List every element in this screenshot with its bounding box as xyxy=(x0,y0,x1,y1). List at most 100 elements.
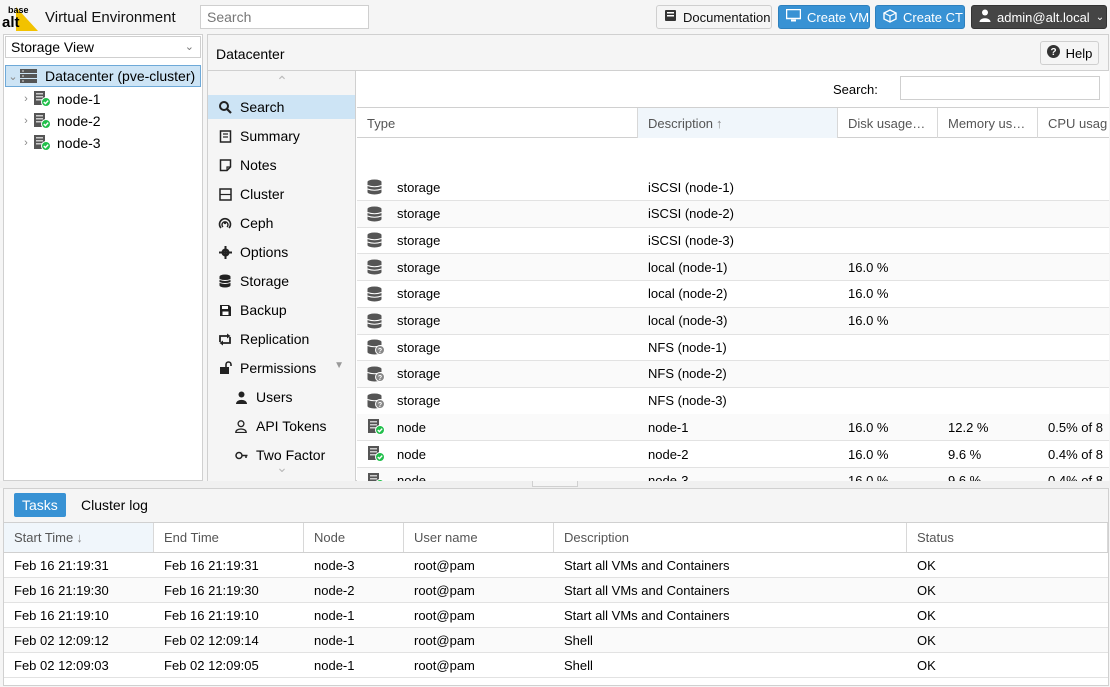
grid-cell-type: ? storage xyxy=(357,361,638,387)
collapse-arrow-icon[interactable]: ▼ xyxy=(334,360,344,371)
nav-item-backup[interactable]: Backup xyxy=(208,298,355,322)
svg-text:alt: alt xyxy=(2,14,20,31)
grid-row[interactable]: ? storage NFS (node-2) xyxy=(357,360,1109,388)
documentation-button[interactable]: Documentation xyxy=(656,5,772,29)
expand-arrow-icon[interactable]: › xyxy=(19,93,33,105)
grid-cell-cpu xyxy=(1038,361,1109,387)
nav-item-permissions[interactable]: Permissions ▼ xyxy=(208,356,355,380)
nav-item-storage[interactable]: Storage xyxy=(208,269,355,293)
node-online-icon xyxy=(33,135,51,151)
grid-search-input[interactable] xyxy=(900,76,1100,100)
nav-item-options[interactable]: Options xyxy=(208,240,355,264)
description-value: NFS (node-2) xyxy=(648,366,727,382)
grid-row[interactable]: storage iSCSI (node-2) xyxy=(357,200,1109,228)
alt-logo[interactable]: base alt xyxy=(2,3,40,31)
grid-row[interactable]: storage iSCSI (node-3) xyxy=(357,227,1109,255)
column-header-3[interactable]: Memory us… xyxy=(938,108,1038,138)
task-cell-status: OK xyxy=(907,653,1108,677)
column-header-0[interactable]: Type xyxy=(357,108,638,138)
global-search-input[interactable] xyxy=(200,5,369,29)
nav-item-search[interactable]: Search xyxy=(208,95,355,119)
documentation-label: Documentation xyxy=(683,9,771,25)
grid-cell-disk xyxy=(838,334,938,360)
grid-row[interactable]: storage iSCSI (node-1) xyxy=(357,174,1109,201)
chevron-down-icon: ⌄ xyxy=(1095,11,1105,23)
grid-cell-description: iSCSI (node-2) xyxy=(638,201,838,227)
tasks-column-header-2[interactable]: Node xyxy=(304,523,404,552)
cpu-value: 0.4% of 8 xyxy=(1048,446,1103,462)
user-outline-icon xyxy=(234,419,248,433)
grid-row[interactable]: storage local (node-3) 16.0 % xyxy=(357,307,1109,335)
nav-item-ceph[interactable]: Ceph xyxy=(208,211,355,235)
grid-cell-description: node-1 xyxy=(638,414,838,440)
tasks-column-header-1[interactable]: End Time xyxy=(154,523,304,552)
tree-item-node-2[interactable]: › node-2 xyxy=(5,110,201,132)
description-value: local (node-1) xyxy=(648,259,728,275)
column-header-4[interactable]: CPU usag xyxy=(1038,108,1109,138)
grid-row[interactable]: storage local (node-2) 16.0 % xyxy=(357,281,1109,308)
view-selector[interactable]: Storage View ⌄ xyxy=(5,36,201,58)
create-vm-button[interactable]: Create VM xyxy=(778,5,870,29)
column-header-label: Type xyxy=(367,116,396,131)
nav-item-replication[interactable]: Replication xyxy=(208,327,355,351)
nav-item-summary[interactable]: Summary xyxy=(208,124,355,148)
status-value: OK xyxy=(917,607,936,623)
task-row[interactable]: Feb 02 12:09:12 Feb 02 12:09:14 node-1 root… xyxy=(4,628,1108,653)
grid-row[interactable]: ? storage NFS (node-1) xyxy=(357,334,1109,362)
grid-row[interactable]: node node-1 16.0 % 12.2 % 0.5% of 8 xyxy=(357,414,1109,442)
grid-cell-description: local (node-2) xyxy=(638,281,838,307)
cpu-value: 0.4% of 8 xyxy=(1048,473,1103,481)
svg-text:?: ? xyxy=(378,375,382,382)
scroll-up-icon[interactable]: ⌃ xyxy=(208,73,355,93)
app-title: Virtual Environment xyxy=(45,9,176,26)
task-row[interactable]: Feb 16 21:19:10 Feb 16 21:19:10 node-1 root… xyxy=(4,603,1108,628)
grid-cell-memory: 9.6 % xyxy=(938,441,1038,467)
panel-splitter[interactable] xyxy=(0,481,1110,488)
task-row[interactable]: Feb 16 21:19:30 Feb 16 21:19:30 node-2 root… xyxy=(4,578,1108,603)
user-label: admin@alt.local xyxy=(997,9,1090,25)
grid-row[interactable]: node node-2 16.0 % 9.6 % 0.4% of 8 xyxy=(357,441,1109,468)
tree-item-node-1[interactable]: › node-1 xyxy=(5,88,201,110)
task-row[interactable]: Feb 02 12:09:03 Feb 02 12:09:05 node-1 root… xyxy=(4,653,1108,678)
memory-value: 12.2 % xyxy=(948,419,989,435)
tab-tasks[interactable]: Tasks xyxy=(14,493,66,517)
task-cell-description: Start all VMs and Containers xyxy=(554,603,907,627)
description-value: node-2 xyxy=(648,446,689,462)
column-header-label: Start Time xyxy=(14,530,74,545)
column-header-2[interactable]: Disk usage… xyxy=(838,108,938,138)
status-value: OK xyxy=(917,657,936,673)
storage-unknown-icon: ? xyxy=(367,393,387,409)
column-header-1[interactable]: Description ↑ xyxy=(638,108,838,138)
tasks-column-header-5[interactable]: Status xyxy=(907,523,1108,552)
tasks-column-header-3[interactable]: User name xyxy=(404,523,554,552)
grid-cell-type: node xyxy=(357,441,638,467)
task-cell-node: node-1 xyxy=(304,653,404,677)
description-value: Start all VMs and Containers xyxy=(564,557,730,573)
user-menu-button[interactable]: admin@alt.local ⌄ xyxy=(971,5,1107,29)
grid-row[interactable]: node node-3 16.0 % 9.6 % 0.4% of 8 xyxy=(357,467,1109,481)
node-value: node-1 xyxy=(314,657,355,673)
help-label: Help xyxy=(1065,45,1093,61)
description-value: NFS (node-3) xyxy=(648,393,727,409)
scroll-down-icon[interactable]: ⌄ xyxy=(208,459,355,479)
storage-unknown-icon: ? xyxy=(367,366,387,382)
tree-item-node-3[interactable]: › node-3 xyxy=(5,132,201,154)
expand-arrow-icon[interactable]: ⌄ xyxy=(6,70,20,83)
expand-arrow-icon[interactable]: › xyxy=(19,137,33,149)
grid-row[interactable]: storage local (node-1) 16.0 % xyxy=(357,254,1109,282)
nav-item-users[interactable]: Users xyxy=(208,385,355,409)
column-header-label: Disk usage… xyxy=(848,116,926,131)
tab-cluster-log[interactable]: Cluster log xyxy=(73,493,156,517)
expand-arrow-icon[interactable]: › xyxy=(19,115,33,127)
nav-item-cluster[interactable]: Cluster xyxy=(208,182,355,206)
nav-item-api-tokens[interactable]: API Tokens xyxy=(208,414,355,438)
create-ct-button[interactable]: Create CT xyxy=(875,5,965,29)
task-row[interactable]: Feb 16 21:19:31 Feb 16 21:19:31 node-3 root… xyxy=(4,553,1108,578)
grid-row[interactable]: ? storage NFS (node-3) xyxy=(357,388,1109,415)
help-button[interactable]: ? Help xyxy=(1040,41,1099,65)
tasks-column-header-4[interactable]: Description xyxy=(554,523,907,552)
tree-item-datacenter[interactable]: ⌄ Datacenter (pve-cluster) xyxy=(5,65,201,87)
tasks-column-header-0[interactable]: Start Time ↓ xyxy=(4,523,154,552)
nav-item-notes[interactable]: Notes xyxy=(208,153,355,177)
splitter-handle[interactable] xyxy=(532,481,578,487)
